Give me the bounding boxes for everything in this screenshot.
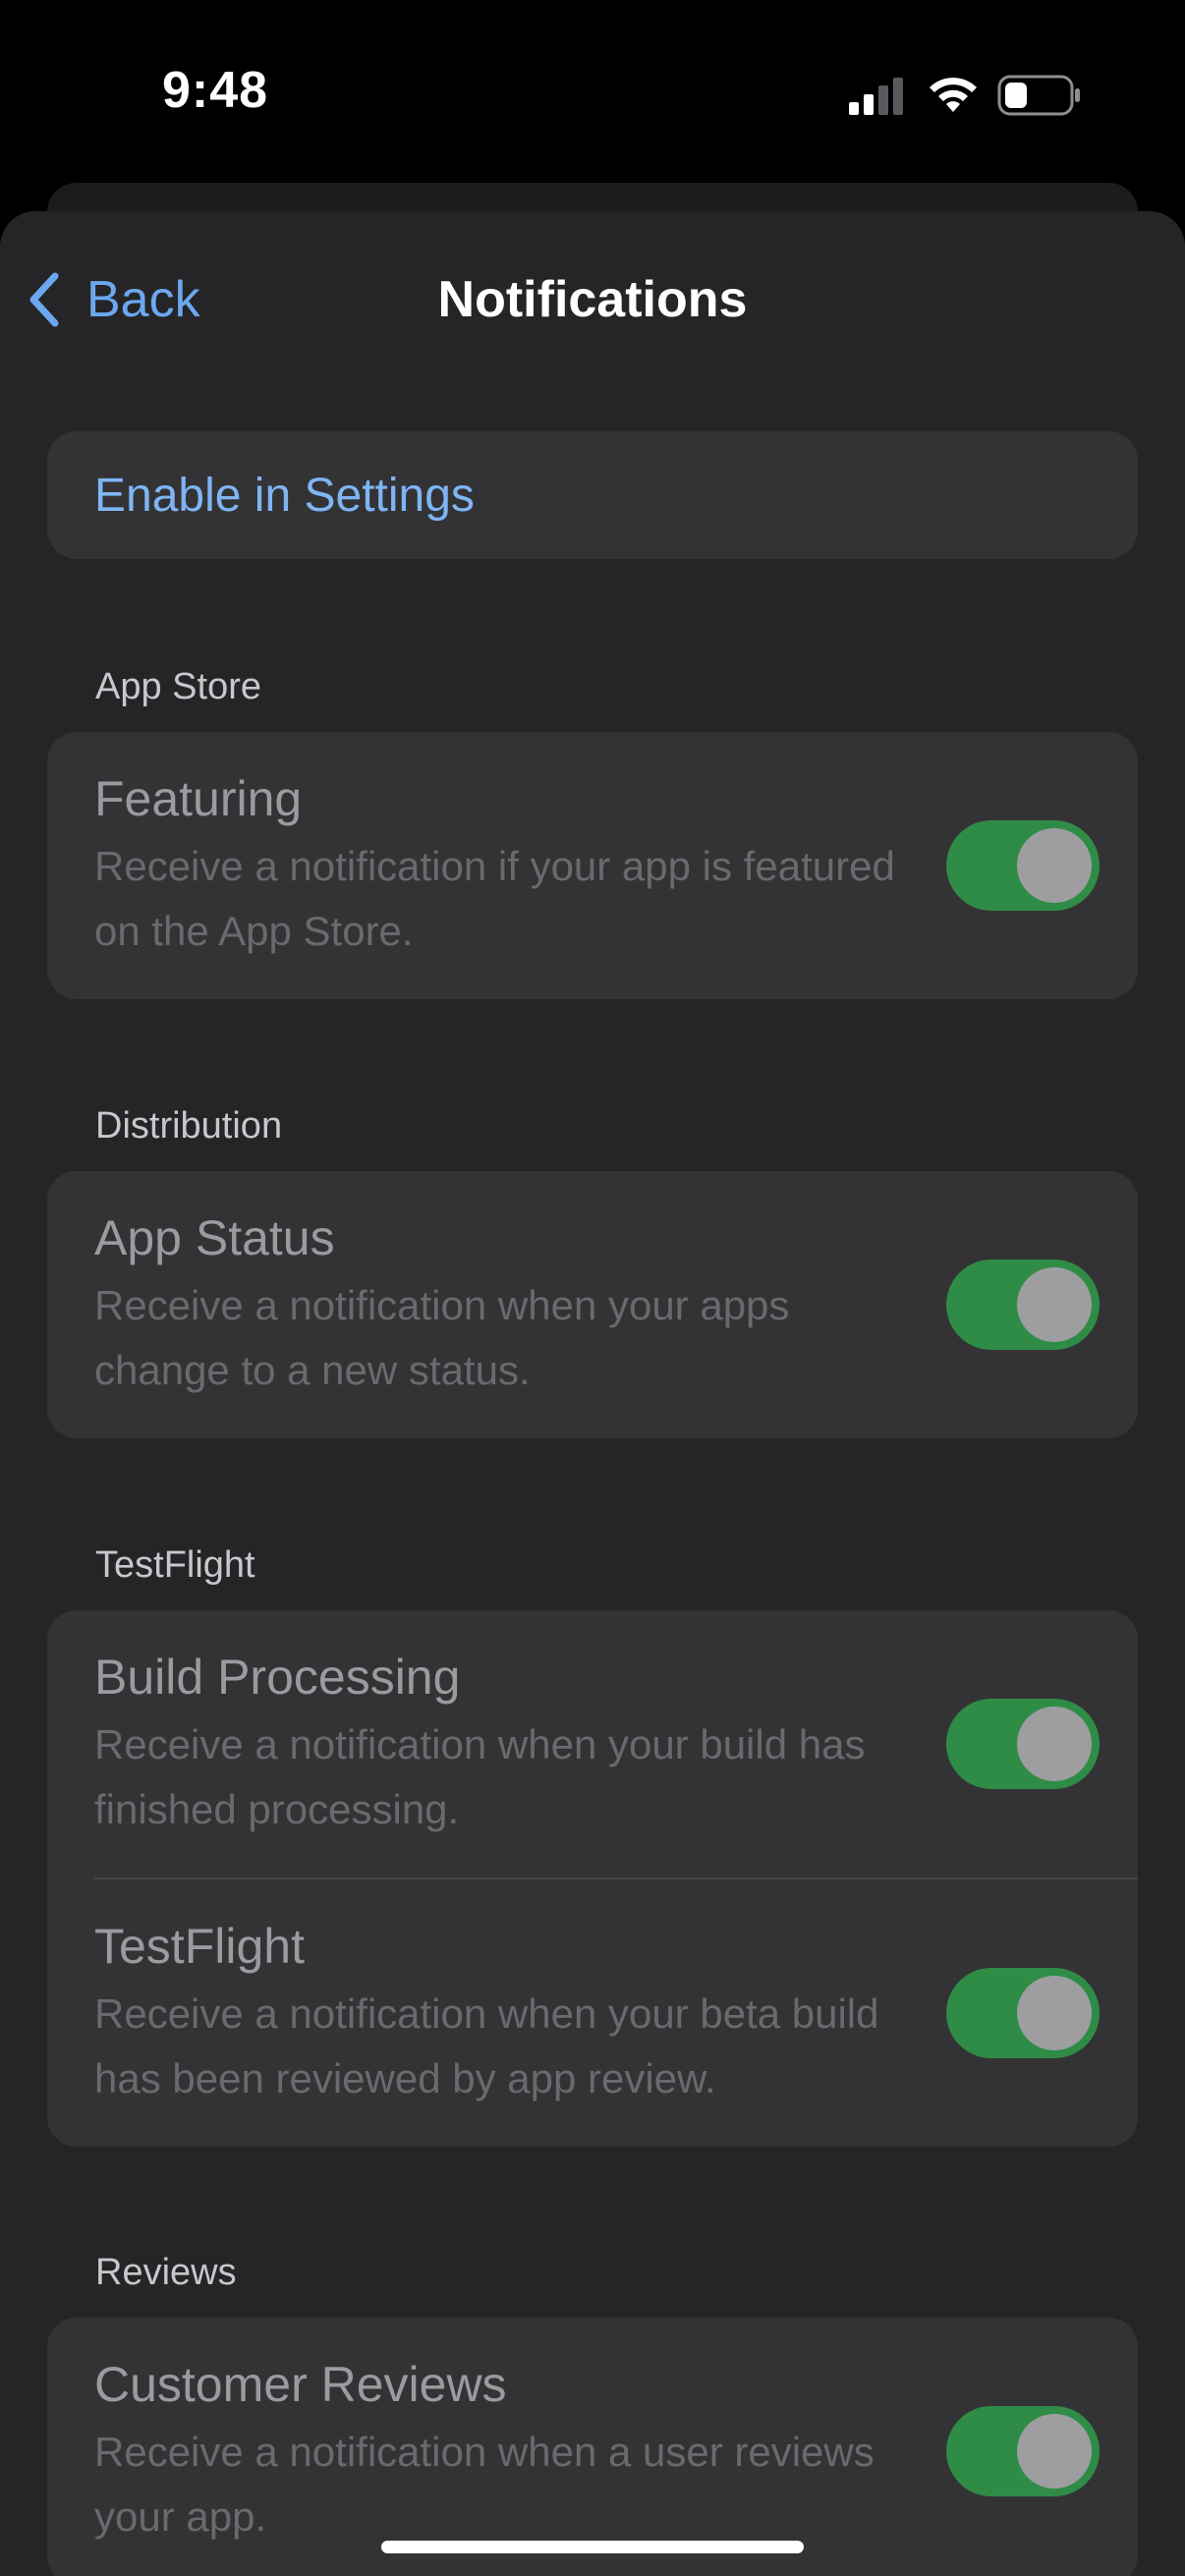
toggle-knob [1017, 1707, 1092, 1781]
section-header-app-store: App Store [95, 666, 261, 707]
setting-row-customer-reviews: Customer Reviews Receive a notification … [47, 2318, 1138, 2576]
setting-description: Receive a notification when your build h… [94, 1721, 866, 1832]
customer-reviews-toggle[interactable] [946, 2406, 1100, 2496]
app-status-toggle[interactable] [946, 1260, 1100, 1350]
section-header-reviews: Reviews [95, 2252, 237, 2293]
battery-icon [997, 75, 1080, 116]
notifications-sheet: Back Notifications Enable in Settings Ap… [0, 211, 1185, 2576]
wifi-icon [930, 78, 977, 112]
setting-title: TestFlight [94, 1919, 305, 1974]
setting-description: Receive a notification when your beta bu… [94, 1990, 879, 2101]
home-indicator[interactable] [381, 2541, 804, 2553]
cellular-signal-icon [849, 78, 903, 115]
enable-in-settings-button[interactable]: Enable in Settings [47, 431, 1138, 559]
section-card-distribution: App Status Receive a notification when y… [47, 1171, 1138, 1438]
setting-title: App Status [94, 1210, 335, 1265]
build-processing-toggle[interactable] [946, 1699, 1100, 1789]
setting-row-featuring: Featuring Receive a notification if your… [47, 732, 1138, 999]
setting-description: Receive a notification when a user revie… [94, 2429, 875, 2540]
status-time: 9:48 [162, 62, 269, 119]
setting-row-app-status: App Status Receive a notification when y… [47, 1171, 1138, 1438]
enable-in-settings-label: Enable in Settings [94, 469, 475, 522]
setting-row-testflight: TestFlight Receive a notification when y… [47, 1879, 1138, 2147]
section-header-testflight: TestFlight [95, 1544, 255, 1586]
setting-title: Featuring [94, 771, 303, 826]
toggle-knob [1017, 1267, 1092, 1342]
section-card-reviews: Customer Reviews Receive a notification … [47, 2318, 1138, 2576]
section-header-distribution: Distribution [95, 1105, 283, 1147]
setting-title: Customer Reviews [94, 2357, 507, 2412]
setting-description: Receive a notification if your app is fe… [94, 843, 895, 954]
testflight-toggle[interactable] [946, 1968, 1100, 2058]
page-title: Notifications [437, 271, 748, 328]
toggle-knob [1017, 828, 1092, 903]
setting-title: Build Processing [94, 1650, 461, 1705]
toggle-knob [1017, 2414, 1092, 2489]
toggle-knob [1017, 1976, 1092, 2050]
setting-row-build-processing: Build Processing Receive a notification … [47, 1610, 1138, 1877]
setting-description: Receive a notification when your apps ch… [94, 1282, 790, 1393]
section-card-app-store: Featuring Receive a notification if your… [47, 732, 1138, 999]
section-card-testflight: Build Processing Receive a notification … [47, 1610, 1138, 2147]
featuring-toggle[interactable] [946, 820, 1100, 911]
status-bar: 9:48 [0, 0, 1185, 187]
